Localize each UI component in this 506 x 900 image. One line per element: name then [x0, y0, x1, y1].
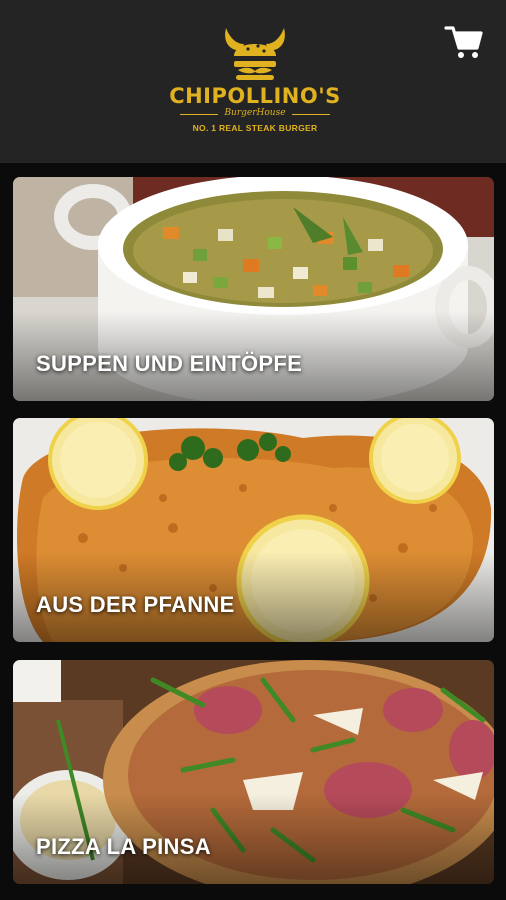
- brand-subtitle: NO. 1 REAL STEAK BURGER: [192, 123, 318, 133]
- app-header: CHIPOLLINO'S BurgerHouse NO. 1 REAL STEA…: [0, 0, 506, 163]
- category-card-pan-dishes[interactable]: AUS DER PFANNE: [13, 418, 494, 642]
- category-label: AUS DER PFANNE: [36, 592, 235, 617]
- brand-name: CHIPOLLINO'S: [169, 84, 341, 108]
- category-card-soups[interactable]: SUPPEN UND EINTÖPFE: [13, 177, 494, 401]
- restaurant-logo: CHIPOLLINO'S BurgerHouse NO. 1 REAL STEA…: [160, 22, 350, 142]
- logo-rule-right: [292, 114, 330, 115]
- category-label: SUPPEN UND EINTÖPFE: [36, 351, 303, 376]
- category-card-pizza[interactable]: PIZZA LA PINSA: [13, 660, 494, 884]
- viking-burger-icon: [225, 28, 285, 80]
- shopping-cart-button[interactable]: [444, 22, 484, 62]
- brand-tagline: BurgerHouse: [224, 108, 286, 118]
- shopping-cart-icon: [444, 26, 483, 58]
- category-label: PIZZA LA PINSA: [36, 834, 211, 859]
